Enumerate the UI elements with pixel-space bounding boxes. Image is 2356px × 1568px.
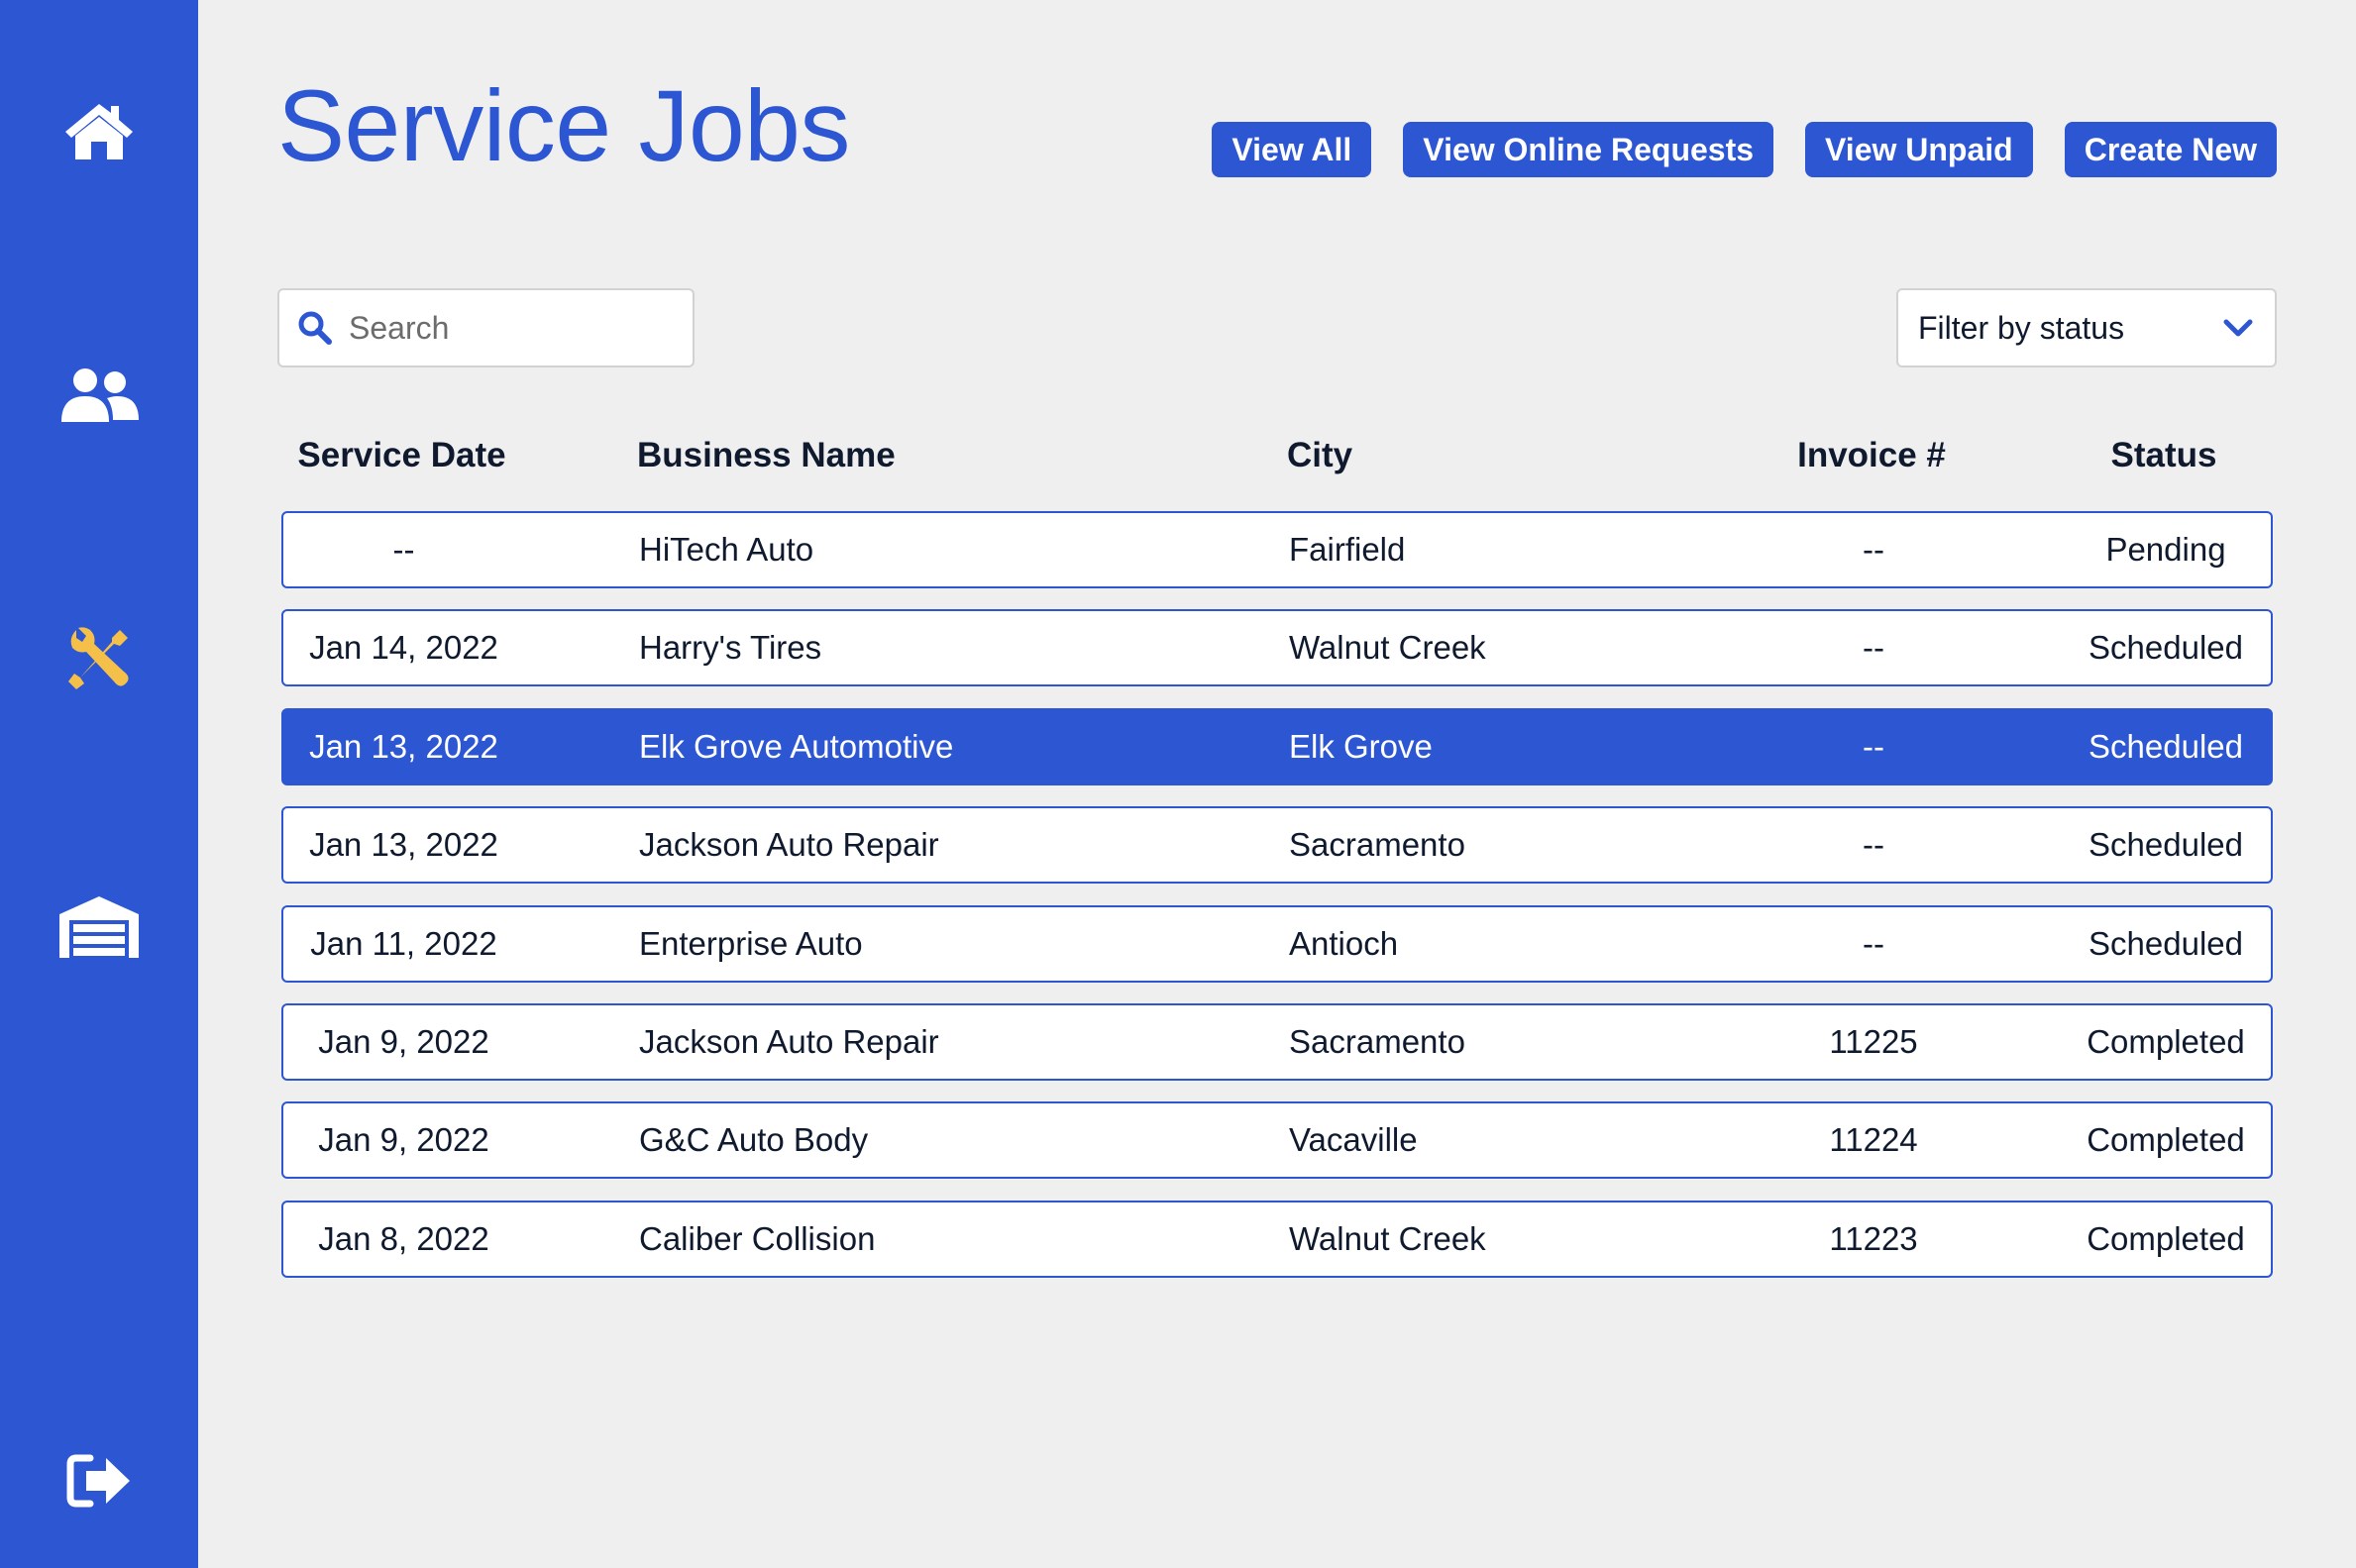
cell-status: Scheduled bbox=[2088, 924, 2243, 962]
view-online-requests-button[interactable]: View Online Requests bbox=[1403, 122, 1774, 177]
cell-business-name: Elk Grove Automotive bbox=[639, 727, 954, 765]
cell-invoice: -- bbox=[1863, 924, 1884, 962]
table-row[interactable]: Jan 13, 2022 Jackson Auto Repair Sacrament… bbox=[281, 806, 2273, 885]
table-header: Service Date Business Name City Invoice … bbox=[281, 436, 2273, 485]
sidebar-item-customers[interactable] bbox=[0, 337, 198, 456]
main-content: Service Jobs View All View Online Reques… bbox=[198, 0, 2356, 1568]
cell-city: Sacramento bbox=[1289, 1022, 1465, 1060]
column-header-city[interactable]: City bbox=[1287, 436, 1352, 475]
cell-status: Completed bbox=[2087, 1121, 2245, 1159]
cell-city: Walnut Creek bbox=[1289, 1219, 1486, 1257]
sidebar-item-service-jobs[interactable] bbox=[0, 599, 198, 718]
home-icon bbox=[65, 104, 133, 159]
header-actions: View All View Online Requests View Unpai… bbox=[1212, 122, 2277, 177]
cell-status: Scheduled bbox=[2088, 826, 2243, 864]
create-new-button[interactable]: Create New bbox=[2064, 122, 2277, 177]
cell-city: Vacaville bbox=[1289, 1121, 1418, 1159]
cell-invoice: -- bbox=[1863, 727, 1884, 765]
garage-icon bbox=[59, 896, 139, 958]
chevron-down-icon bbox=[2223, 319, 2253, 337]
cell-city: Walnut Creek bbox=[1289, 629, 1486, 667]
table-row[interactable]: Jan 8, 2022 Caliber Collision Walnut Creek… bbox=[281, 1200, 2273, 1278]
sidebar-item-garage[interactable] bbox=[0, 867, 198, 986]
cell-business-name: HiTech Auto bbox=[639, 531, 814, 568]
sidebar-item-home[interactable] bbox=[0, 71, 198, 190]
cell-service-date: Jan 9, 2022 bbox=[318, 1022, 489, 1060]
cell-invoice: 11225 bbox=[1829, 1022, 1918, 1060]
cell-invoice: -- bbox=[1863, 826, 1884, 864]
users-icon bbox=[61, 368, 139, 422]
status-filter-select[interactable]: Filter by status bbox=[1896, 288, 2277, 367]
sidebar-item-logout[interactable] bbox=[0, 1421, 198, 1540]
jobs-table-body: -- HiTech Auto Fairfield -- Pending Jan 14, 2… bbox=[281, 511, 2273, 1299]
search-icon bbox=[298, 311, 332, 345]
view-all-button[interactable]: View All bbox=[1212, 122, 1372, 177]
column-header-status[interactable]: Status bbox=[1976, 436, 2352, 475]
column-header-invoice[interactable]: Invoice # bbox=[1758, 436, 1985, 475]
cell-service-date: Jan 13, 2022 bbox=[309, 826, 498, 864]
cell-invoice: -- bbox=[1863, 629, 1884, 667]
table-row[interactable]: Jan 9, 2022 Jackson Auto Repair Sacramento… bbox=[281, 1002, 2273, 1081]
cell-status: Pending bbox=[2105, 531, 2226, 568]
view-unpaid-button[interactable]: View Unpaid bbox=[1805, 122, 2033, 177]
cell-business-name: Harry's Tires bbox=[639, 629, 822, 667]
cell-business-name: Enterprise Auto bbox=[639, 924, 863, 962]
search-box[interactable] bbox=[277, 288, 695, 367]
cell-service-date: Jan 14, 2022 bbox=[309, 629, 498, 667]
cell-status: Scheduled bbox=[2088, 629, 2243, 667]
table-row[interactable]: Jan 14, 2022 Harry's Tires Walnut Creek -- S… bbox=[281, 609, 2273, 687]
table-row[interactable]: Jan 13, 2022 Elk Grove Automotive Elk Grov… bbox=[281, 707, 2273, 785]
cell-city: Sacramento bbox=[1289, 826, 1465, 864]
page-title: Service Jobs bbox=[277, 69, 850, 182]
tools-icon bbox=[68, 627, 129, 689]
cell-service-date: Jan 13, 2022 bbox=[309, 727, 498, 765]
cell-invoice: 11224 bbox=[1829, 1121, 1918, 1159]
table-row[interactable]: -- HiTech Auto Fairfield -- Pending bbox=[281, 511, 2273, 588]
status-filter-label: Filter by status bbox=[1918, 309, 2125, 346]
search-input[interactable] bbox=[349, 309, 676, 347]
cell-status: Completed bbox=[2087, 1022, 2245, 1060]
cell-business-name: Jackson Auto Repair bbox=[639, 1022, 939, 1060]
sidebar bbox=[0, 0, 198, 1568]
cell-city: Fairfield bbox=[1289, 531, 1406, 568]
cell-city: Elk Grove bbox=[1289, 727, 1433, 765]
table-row[interactable]: Jan 9, 2022 G&C Auto Body Vacaville 11224 Co… bbox=[281, 1101, 2273, 1180]
cell-status: Scheduled bbox=[2088, 727, 2243, 765]
table-row[interactable]: Jan 11, 2022 Enterprise Auto Antioch -- Sche… bbox=[281, 904, 2273, 983]
sign-out-icon bbox=[66, 1454, 130, 1508]
cell-business-name: G&C Auto Body bbox=[639, 1121, 869, 1159]
cell-city: Antioch bbox=[1289, 924, 1399, 962]
cell-service-date: Jan 9, 2022 bbox=[318, 1121, 489, 1159]
cell-status: Completed bbox=[2087, 1219, 2245, 1257]
cell-invoice: 11223 bbox=[1829, 1219, 1918, 1257]
cell-service-date: -- bbox=[392, 531, 415, 568]
cell-service-date: Jan 8, 2022 bbox=[318, 1219, 489, 1257]
column-header-service-date[interactable]: Service Date bbox=[281, 436, 522, 475]
cell-invoice: -- bbox=[1863, 531, 1884, 568]
cell-service-date: Jan 11, 2022 bbox=[310, 924, 497, 962]
cell-business-name: Jackson Auto Repair bbox=[639, 826, 939, 864]
column-header-business-name[interactable]: Business Name bbox=[637, 436, 896, 475]
cell-business-name: Caliber Collision bbox=[639, 1219, 876, 1257]
